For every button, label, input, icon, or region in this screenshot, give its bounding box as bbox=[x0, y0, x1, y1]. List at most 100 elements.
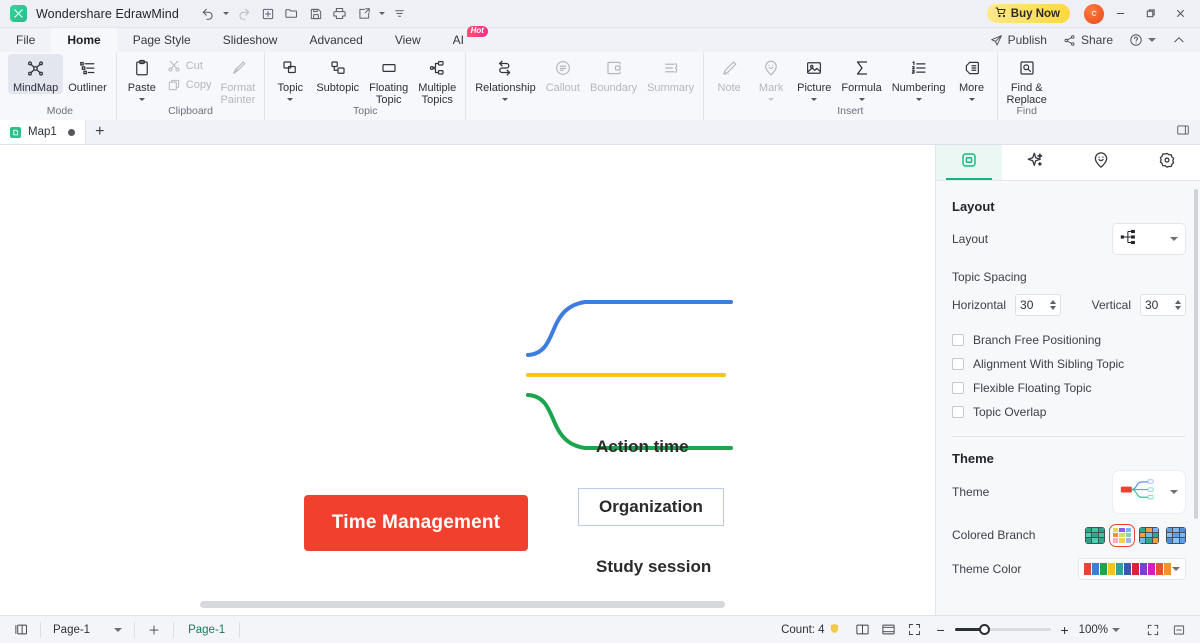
new-file-icon[interactable] bbox=[257, 4, 279, 24]
menu-item-file[interactable]: File bbox=[0, 28, 51, 52]
panel-tab-style[interactable] bbox=[1002, 145, 1068, 180]
layout-select[interactable] bbox=[1112, 223, 1186, 255]
ribbon-summary-button[interactable]: Summary bbox=[642, 54, 699, 94]
add-document-tab-button[interactable]: + bbox=[86, 120, 114, 144]
ribbon-formula-button[interactable]: Formula bbox=[836, 54, 886, 103]
zoom-in-button[interactable]: + bbox=[1058, 622, 1072, 638]
ribbon-mark-button[interactable]: Mark bbox=[750, 54, 792, 103]
outline-view-icon[interactable] bbox=[850, 619, 876, 641]
minimize-button[interactable] bbox=[1106, 2, 1134, 26]
panel-tab-settings[interactable] bbox=[1134, 145, 1200, 180]
publish-button[interactable]: Publish bbox=[984, 33, 1053, 47]
mindmap-canvas[interactable]: Time Management Action time Organization… bbox=[0, 145, 935, 615]
ribbon-topic-dropdown-icon[interactable] bbox=[286, 95, 295, 103]
page-view-icon[interactable] bbox=[8, 619, 34, 641]
ribbon-multiple-topics-button[interactable]: Multiple Topics bbox=[413, 54, 461, 106]
collapse-icon[interactable] bbox=[1166, 619, 1192, 641]
ribbon-find-replace-button[interactable]: Find & Replace bbox=[1002, 54, 1052, 106]
ribbon-picture-button[interactable]: Picture bbox=[792, 54, 836, 103]
ribbon-floating-topic-button[interactable]: Floating Topic bbox=[364, 54, 413, 106]
export-icon[interactable] bbox=[353, 4, 375, 24]
ribbon-note-button[interactable]: Note bbox=[708, 54, 750, 94]
share-button[interactable]: Share bbox=[1057, 33, 1119, 47]
buy-now-button[interactable]: Buy Now bbox=[986, 4, 1070, 23]
ribbon-formula-dropdown-icon[interactable] bbox=[857, 95, 866, 103]
toggle-right-panel-icon[interactable] bbox=[1176, 123, 1190, 142]
export-dropdown-icon[interactable] bbox=[377, 4, 387, 24]
help-dropdown-icon[interactable] bbox=[1148, 38, 1156, 42]
print-icon[interactable] bbox=[329, 4, 351, 24]
panel-vertical-scrollbar[interactable] bbox=[1194, 189, 1198, 519]
add-page-button[interactable] bbox=[141, 619, 167, 641]
checkbox-alignment-sibling-topic[interactable]: Alignment With Sibling Topic bbox=[936, 352, 1200, 376]
more-options-icon[interactable] bbox=[389, 4, 411, 24]
checkbox-flexible-floating-topic[interactable]: Flexible Floating Topic bbox=[936, 376, 1200, 400]
ribbon-topic-button[interactable]: Topic bbox=[269, 54, 311, 103]
active-page-chip[interactable]: Page-1 bbox=[180, 623, 233, 637]
theme-select[interactable] bbox=[1112, 470, 1186, 514]
undo-dropdown-icon[interactable] bbox=[221, 4, 231, 24]
undo-icon[interactable] bbox=[197, 4, 219, 24]
menu-item-view[interactable]: View bbox=[379, 28, 437, 52]
ribbon-relationship-button[interactable]: Relationship bbox=[470, 54, 541, 103]
zoom-level-display[interactable]: 100% bbox=[1079, 624, 1120, 636]
vertical-spacing-arrows[interactable] bbox=[1175, 300, 1181, 310]
vertical-spacing-stepper[interactable]: 30 bbox=[1140, 294, 1186, 316]
ribbon-paste-button[interactable]: Paste bbox=[121, 54, 163, 103]
ribbon-paste-dropdown-icon[interactable] bbox=[137, 95, 146, 103]
ribbon-numbering-button[interactable]: Numbering bbox=[887, 54, 951, 103]
user-avatar[interactable] bbox=[1084, 3, 1104, 24]
horizontal-spacing-arrows[interactable] bbox=[1050, 300, 1057, 310]
zoom-slider[interactable] bbox=[954, 624, 1051, 635]
colored-branch-option-4[interactable] bbox=[1166, 526, 1186, 544]
panel-tab-icon[interactable] bbox=[1068, 145, 1134, 180]
chevron-down-icon[interactable] bbox=[114, 627, 123, 632]
mindmap-node-study-session[interactable]: Study session bbox=[596, 557, 711, 577]
ribbon-numbering-dropdown-icon[interactable] bbox=[914, 95, 923, 103]
menu-item-slideshow[interactable]: Slideshow bbox=[207, 28, 294, 52]
topic-overlap-checkbox[interactable] bbox=[952, 406, 964, 418]
menu-item-advanced[interactable]: Advanced bbox=[293, 28, 378, 52]
ribbon-more-button[interactable]: More bbox=[951, 54, 993, 103]
alignment-sibling-topic-checkbox[interactable] bbox=[952, 358, 964, 370]
mindmap-node-organization[interactable]: Organization bbox=[578, 488, 724, 526]
menu-item-page-style[interactable]: Page Style bbox=[117, 28, 207, 52]
slide-view-icon[interactable] bbox=[876, 619, 902, 641]
help-button[interactable] bbox=[1123, 33, 1162, 47]
menu-item-home[interactable]: Home bbox=[51, 28, 117, 52]
ribbon-boundary-button[interactable]: Boundary bbox=[585, 54, 642, 94]
ribbon-outliner-button[interactable]: Outliner bbox=[63, 54, 112, 94]
ribbon-subtopic-button[interactable]: Subtopic bbox=[311, 54, 364, 94]
zoom-dropdown-icon[interactable] bbox=[1112, 627, 1120, 632]
mindmap-root-node[interactable]: Time Management bbox=[304, 495, 528, 551]
menu-item-ai[interactable]: AI Hot bbox=[437, 26, 490, 52]
zoom-out-button[interactable]: − bbox=[934, 622, 948, 638]
horizontal-spacing-stepper[interactable]: 30 bbox=[1015, 294, 1062, 316]
branch-free-positioning-checkbox[interactable] bbox=[952, 334, 964, 346]
collapse-ribbon-button[interactable] bbox=[1166, 33, 1192, 47]
canvas-horizontal-scrollbar[interactable] bbox=[200, 601, 725, 608]
fit-page-icon[interactable] bbox=[902, 619, 928, 641]
ribbon-more-dropdown-icon[interactable] bbox=[967, 95, 976, 103]
page-selector[interactable]: Page-1 bbox=[47, 624, 128, 636]
zoom-slider-knob[interactable] bbox=[978, 624, 990, 635]
document-tab-map1[interactable]: Map1 bbox=[0, 120, 86, 144]
colored-branch-option-3[interactable] bbox=[1139, 526, 1159, 544]
flexible-floating-topic-checkbox[interactable] bbox=[952, 382, 964, 394]
checkbox-topic-overlap[interactable]: Topic Overlap bbox=[936, 400, 1200, 424]
panel-tab-layout[interactable] bbox=[936, 145, 1002, 180]
ribbon-mindmap-button[interactable]: MindMap bbox=[8, 54, 64, 94]
close-button[interactable] bbox=[1166, 2, 1194, 26]
ribbon-copy-button[interactable]: Copy bbox=[163, 77, 216, 93]
open-folder-icon[interactable] bbox=[281, 4, 303, 24]
checkbox-branch-free-positioning[interactable]: Branch Free Positioning bbox=[936, 328, 1200, 352]
ribbon-relationship-dropdown-icon[interactable] bbox=[501, 95, 510, 103]
colored-branch-option-1[interactable] bbox=[1085, 526, 1105, 544]
mindmap-node-action-time[interactable]: Action time bbox=[596, 437, 689, 457]
save-icon[interactable] bbox=[305, 4, 327, 24]
redo-icon[interactable] bbox=[233, 4, 255, 24]
ribbon-callout-button[interactable]: Callout bbox=[541, 54, 585, 94]
maximize-button[interactable] bbox=[1136, 2, 1164, 26]
theme-color-select[interactable] bbox=[1078, 558, 1186, 580]
ribbon-picture-dropdown-icon[interactable] bbox=[810, 95, 819, 103]
